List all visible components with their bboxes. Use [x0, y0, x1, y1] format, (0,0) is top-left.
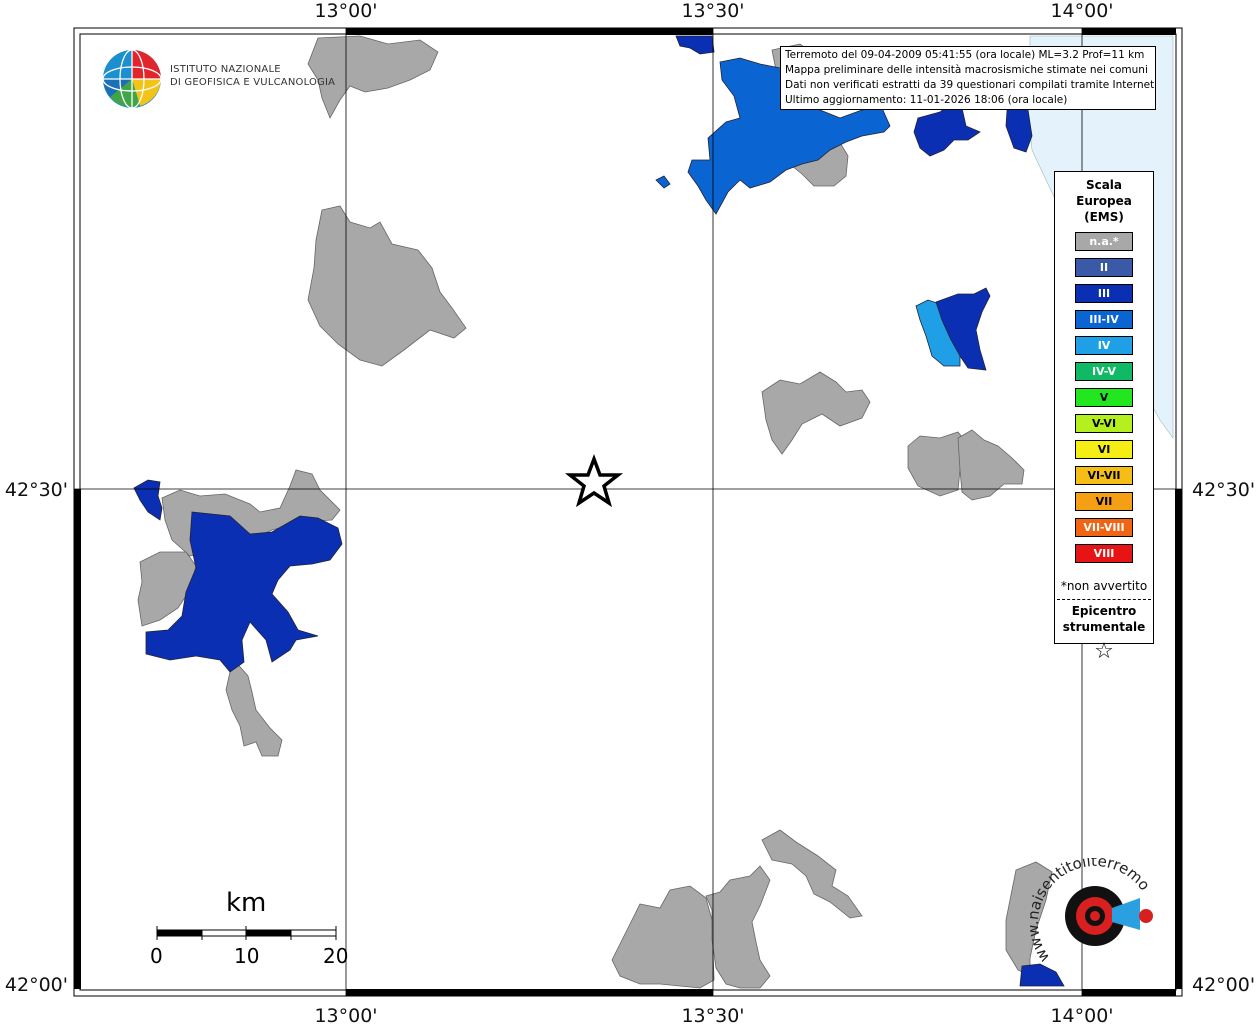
lon-label-top: 13°30'	[681, 0, 744, 22]
scale-bar	[156, 926, 337, 940]
legend-swatch: n.a.*	[1075, 232, 1133, 251]
event-info-line: Mappa preliminare delle intensità macros…	[785, 64, 1148, 76]
lat-label-left: 42°30'	[5, 479, 68, 501]
lon-label-top: 13°00'	[314, 0, 377, 22]
event-info-line: Terremoto del 09-04-2009 05:41:55 (ora l…	[785, 49, 1145, 61]
scale-label: 20	[323, 944, 349, 968]
legend-title-line1: Scala	[1085, 178, 1123, 192]
legend-swatch: VI	[1075, 440, 1133, 459]
legend-swatch: VII-VIII	[1075, 518, 1133, 537]
globe-icon	[102, 49, 162, 109]
legend-swatch: V-VI	[1075, 414, 1133, 433]
legend-title: Scala Europea (EMS)	[1055, 177, 1153, 225]
municipality-na	[907, 431, 967, 497]
municipality-iii	[675, 35, 715, 55]
municipality-na	[957, 429, 1025, 501]
legend-swatch: III-IV	[1075, 310, 1133, 329]
lon-label-bottom: 13°00'	[314, 1005, 377, 1024]
legend-swatch: V	[1075, 388, 1133, 407]
scale-label: 0	[150, 944, 163, 968]
municipality-iii	[913, 103, 981, 157]
legend-separator	[1057, 599, 1151, 600]
epicenter-legend-line1: Epicentro	[1071, 604, 1137, 618]
epicenter-legend-label: Epicentro strumentale	[1055, 603, 1153, 635]
lat-label-right: 42°00'	[1192, 974, 1255, 996]
legend-swatch: VIII	[1075, 544, 1133, 563]
municipality-iii	[133, 479, 163, 521]
legend-swatch: III	[1075, 284, 1133, 303]
municipality-na	[611, 885, 715, 989]
scale-title: km	[226, 888, 267, 918]
event-info-line: Dati non verificati estratti da 39 quest…	[785, 79, 1156, 91]
ingv-name-line2: DI GEOFISICA E VULCANOLOGIA	[170, 77, 336, 88]
municipality-na	[761, 829, 863, 919]
municipality-iii-iv	[655, 175, 671, 189]
lon-label-bottom: 14°00'	[1050, 1005, 1113, 1024]
legend-swatch: IV-V	[1075, 362, 1133, 381]
legend-swatch: VI-VII	[1075, 466, 1133, 485]
municipality-na	[705, 865, 771, 989]
lat-label-right: 42°30'	[1192, 479, 1255, 501]
municipalities-na	[137, 35, 1053, 989]
event-info-line: Ultimo aggiornamento: 11-01-2026 18:06 (…	[785, 94, 1068, 106]
municipality-na	[225, 659, 283, 757]
ingv-name: ISTITUTO NAZIONALE DI GEOFISICA E VULCAN…	[170, 63, 335, 89]
ems-legend: Scala Europea (EMS) n.a.* II III III-IV IV IV…	[1054, 171, 1154, 664]
ingv-name-line1: ISTITUTO NAZIONALE	[170, 64, 281, 75]
municipality-na	[307, 205, 467, 367]
lat-label-left: 42°00'	[5, 974, 68, 996]
lon-label-top: 14°00'	[1050, 0, 1113, 22]
legend-title-line3: (EMS)	[1084, 210, 1124, 224]
epicenter-legend-line2: strumentale	[1062, 620, 1146, 634]
scale-label: 10	[234, 944, 260, 968]
legend-swatches: n.a.* II III III-IV IV IV-V V V-VI VI VI-VII VII VI…	[1055, 232, 1153, 563]
epicenter-star-icon	[564, 454, 624, 508]
legend-title-line2: Europea	[1076, 194, 1132, 208]
legend-note: *non avvertito	[1060, 579, 1148, 593]
lon-label-bottom: 13°30'	[681, 1005, 744, 1024]
event-info-box: Terremoto del 09-04-2009 05:41:55 (ora l…	[780, 46, 1156, 110]
haisentito-logo: www.haisentitoilterremoto.it	[1030, 858, 1154, 966]
legend-swatch: VII	[1075, 492, 1133, 511]
legend-swatch: IV	[1075, 336, 1133, 355]
legend-swatch: II	[1075, 258, 1133, 277]
epicenter-legend-star-icon: ☆	[1094, 639, 1114, 664]
municipality-na	[761, 371, 871, 455]
